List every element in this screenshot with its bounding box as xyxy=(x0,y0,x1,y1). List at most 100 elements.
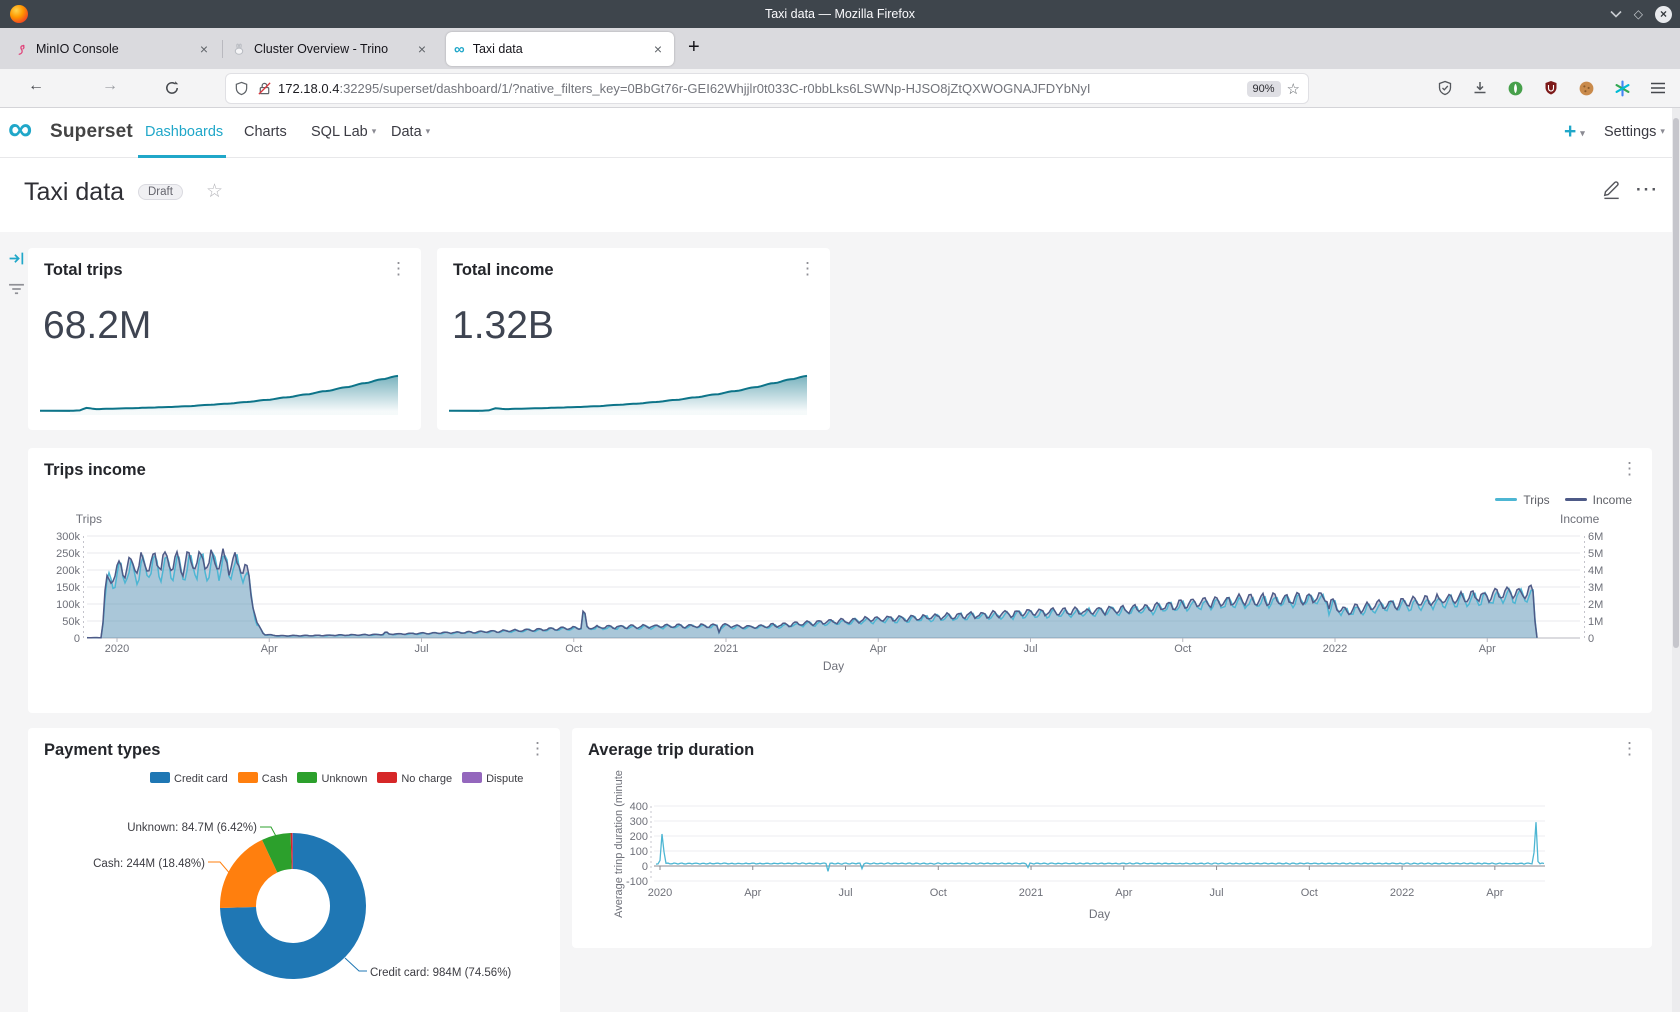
chevron-down-icon: ▾ xyxy=(1660,126,1665,136)
url-host: 172.18.0.4 xyxy=(278,81,339,96)
nav-data[interactable]: Data▾ xyxy=(391,124,430,140)
svg-text:Cash: 244M (18.48%): Cash: 244M (18.48%) xyxy=(93,858,205,870)
trips-income-chart[interactable]: 300k6M250k5M200k4M150k3M100k2M50k1M00Tri… xyxy=(28,448,1652,713)
tab-close-icon[interactable]: × xyxy=(414,41,430,57)
cookie-icon[interactable] xyxy=(1578,80,1595,97)
card-total-trips: Total trips ⋮ 68.2M xyxy=(28,248,421,430)
tab-trino-cluster[interactable]: Cluster Overview - Trino × xyxy=(224,28,438,69)
tab-close-icon[interactable]: × xyxy=(650,41,666,57)
window-titlebar: Taxi data — Mozilla Firefox ◇ × xyxy=(0,0,1680,28)
svg-text:2020: 2020 xyxy=(105,643,129,655)
big-number-value: 1.32B xyxy=(452,304,554,348)
trino-bunny-icon xyxy=(232,42,246,56)
url-text[interactable]: 172.18.0.4:32295/superset/dashboard/1/?n… xyxy=(278,81,1241,96)
filter-icon[interactable] xyxy=(8,282,25,296)
tracking-shield-icon[interactable] xyxy=(234,81,249,96)
svg-text:Jul: Jul xyxy=(1023,643,1037,655)
svg-text:Apr: Apr xyxy=(870,643,887,655)
download-icon[interactable] xyxy=(1472,80,1488,96)
svg-text:50k: 50k xyxy=(62,616,80,628)
svg-text:200k: 200k xyxy=(56,565,80,577)
superset-brand[interactable]: Superset xyxy=(50,121,133,143)
browser-toolbar: ← → 172.18.0.4:32295/superset/dashboard/… xyxy=(0,69,1680,108)
insecure-lock-icon[interactable] xyxy=(257,81,272,96)
url-path: :32295/superset/dashboard/1/?native_filt… xyxy=(339,81,1090,96)
back-button[interactable]: ← xyxy=(28,77,44,95)
favorite-star-icon[interactable]: ☆ xyxy=(206,180,223,203)
menu-hamburger-icon[interactable] xyxy=(1650,81,1666,95)
settings-menu[interactable]: Settings▾ xyxy=(1604,124,1665,140)
dashboard-body: Total trips ⋮ 68.2M Total income ⋮ 1.32B… xyxy=(0,232,1680,1012)
svg-text:0: 0 xyxy=(642,861,648,873)
expand-filter-bar-icon[interactable] xyxy=(8,250,25,267)
window-maximize-icon[interactable]: ◇ xyxy=(1634,8,1643,20)
payment-types-donut-chart[interactable]: Unknown: 84.7M (6.42%)Cash: 244M (18.48%… xyxy=(28,728,560,1012)
tab-separator xyxy=(222,40,223,58)
svg-text:Credit card: 984M (74.56%): Credit card: 984M (74.56%) xyxy=(370,967,511,979)
forward-button[interactable]: → xyxy=(102,77,118,95)
shield-check-icon[interactable] xyxy=(1437,80,1453,96)
url-bar[interactable]: 172.18.0.4:32295/superset/dashboard/1/?n… xyxy=(226,74,1308,103)
card-payment-types: Payment types ⋮ Credit cardCashUnknownNo… xyxy=(28,728,560,1012)
nav-charts[interactable]: Charts xyxy=(244,124,287,140)
chevron-down-icon: ▾ xyxy=(1580,128,1585,138)
svg-text:2020: 2020 xyxy=(648,887,672,899)
svg-text:200: 200 xyxy=(630,831,648,843)
reload-button[interactable] xyxy=(164,80,180,96)
scrollbar-thumb[interactable] xyxy=(1673,118,1679,648)
svg-text:0: 0 xyxy=(74,633,80,645)
svg-text:2021: 2021 xyxy=(714,643,738,655)
edit-pencil-icon[interactable] xyxy=(1600,178,1622,200)
kebab-menu-icon[interactable]: ⋮ xyxy=(390,259,407,279)
container-asterisk-icon[interactable] xyxy=(1614,80,1631,97)
svg-text:3M: 3M xyxy=(1588,582,1603,594)
nav-dashboards[interactable]: Dashboards xyxy=(145,124,223,140)
ublock-origin-icon[interactable] xyxy=(1543,80,1559,96)
svg-text:Day: Day xyxy=(1089,907,1110,921)
svg-text:5M: 5M xyxy=(1588,548,1603,560)
tab-title: Taxi data xyxy=(473,42,642,56)
card-total-income: Total income ⋮ 1.32B xyxy=(437,248,830,430)
svg-text:0: 0 xyxy=(1588,633,1594,645)
svg-text:Oct: Oct xyxy=(1174,643,1191,655)
firefox-icon xyxy=(10,5,28,23)
zoom-level-badge[interactable]: 90% xyxy=(1247,81,1281,97)
svg-text:1M: 1M xyxy=(1588,616,1603,628)
bookmark-star-icon[interactable]: ☆ xyxy=(1287,80,1300,98)
chart-title: Total trips xyxy=(44,261,123,280)
big-number-value: 68.2M xyxy=(43,304,151,348)
svg-text:Day: Day xyxy=(823,659,844,673)
svg-text:Apr: Apr xyxy=(1115,887,1132,899)
tab-minio-console[interactable]: MinIO Console × xyxy=(6,28,220,69)
minio-flamingo-icon xyxy=(14,42,28,56)
new-tab-button[interactable]: + xyxy=(688,36,700,59)
window-minimize-icon[interactable] xyxy=(1610,10,1622,18)
svg-text:100k: 100k xyxy=(56,599,80,611)
svg-text:Oct: Oct xyxy=(1301,887,1318,899)
svg-text:300: 300 xyxy=(630,816,648,828)
browser-tabbar: MinIO Console × Cluster Overview - Trino… xyxy=(0,28,1680,69)
kebab-menu-icon[interactable]: ⋮ xyxy=(799,259,816,279)
page-scrollbar[interactable] xyxy=(1672,108,1680,1012)
tab-close-icon[interactable]: × xyxy=(196,41,212,57)
more-options-icon[interactable]: ··· xyxy=(1636,180,1659,200)
nav-sql-lab[interactable]: SQL Lab▾ xyxy=(311,124,376,140)
svg-text:Oct: Oct xyxy=(930,887,947,899)
dashboard-header: Taxi data Draft ☆ ··· xyxy=(0,158,1680,232)
tab-taxi-data-active[interactable]: ∞ Taxi data × xyxy=(446,32,674,66)
svg-text:Apr: Apr xyxy=(261,643,278,655)
superset-infinity-icon: ∞ xyxy=(454,41,465,58)
privacy-badger-icon[interactable] xyxy=(1507,80,1524,97)
svg-text:300k: 300k xyxy=(56,531,80,543)
chevron-down-icon: ▾ xyxy=(372,126,377,136)
superset-logo-icon[interactable]: ∞ xyxy=(8,110,32,149)
trend-sparkline xyxy=(40,366,409,418)
add-new-button[interactable]: +▾ xyxy=(1564,120,1585,144)
svg-text:2022: 2022 xyxy=(1390,887,1414,899)
window-close-icon[interactable]: × xyxy=(1655,6,1672,23)
tab-title: MinIO Console xyxy=(36,42,188,56)
svg-text:400: 400 xyxy=(630,801,648,813)
svg-text:Average trinp duration (minute: Average trinp duration (minute xyxy=(613,770,625,918)
avg-trip-duration-chart[interactable]: 4003002001000-100Average trinp duration … xyxy=(572,728,1652,948)
svg-text:Jul: Jul xyxy=(838,887,852,899)
